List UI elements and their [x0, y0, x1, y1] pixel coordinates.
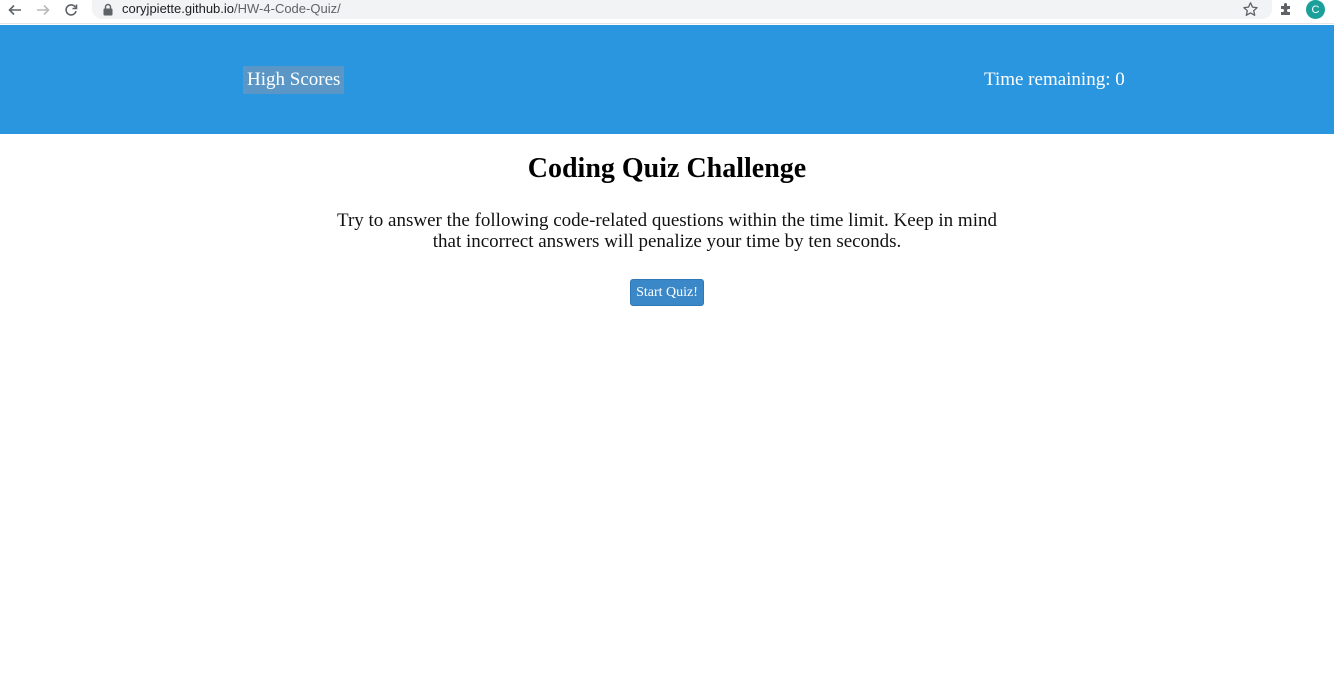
- address-bar[interactable]: coryjpiette.github.io/HW-4-Code-Quiz/: [92, 0, 1272, 19]
- start-quiz-button[interactable]: Start Quiz!: [630, 279, 704, 306]
- time-remaining-text: Time remaining: 0: [984, 69, 1125, 90]
- forward-arrow-icon[interactable]: [34, 0, 52, 20]
- main-content: Coding Quiz Challenge Try to answer the …: [0, 134, 1334, 306]
- lock-icon: [103, 3, 113, 16]
- url-path: /HW-4-Code-Quiz/: [234, 1, 341, 16]
- reload-icon[interactable]: [62, 0, 80, 20]
- profile-avatar[interactable]: C: [1306, 0, 1325, 19]
- url-text: coryjpiette.github.io/HW-4-Code-Quiz/: [122, 1, 341, 16]
- page-header: High Scores Time remaining: 0: [0, 25, 1334, 134]
- star-icon[interactable]: [1242, 1, 1259, 18]
- intro-text: Try to answer the following code-related…: [337, 210, 997, 252]
- browser-toolbar: coryjpiette.github.io/HW-4-Code-Quiz/ C: [0, 0, 1334, 24]
- url-host: coryjpiette.github.io: [122, 1, 235, 16]
- puzzle-icon[interactable]: [1278, 1, 1295, 18]
- back-arrow-icon[interactable]: [6, 0, 24, 20]
- high-scores-link[interactable]: High Scores: [243, 66, 345, 94]
- page-title: Coding Quiz Challenge: [527, 153, 807, 184]
